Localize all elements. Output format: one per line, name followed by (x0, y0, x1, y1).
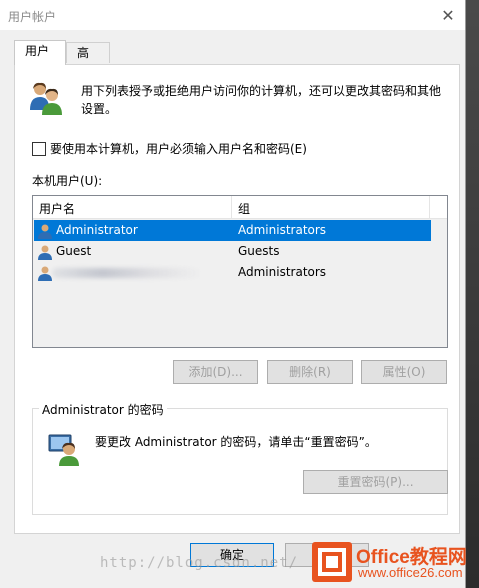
reset-password-button[interactable]: 重置密码(P)... (303, 470, 448, 494)
office-logo-icon (312, 542, 352, 582)
require-login-label: 要使用本计算机，用户必须输入用户名和密码(E) (50, 142, 307, 156)
cell-username: Guest (56, 244, 92, 258)
column-divider[interactable] (231, 196, 232, 218)
user-icon (38, 245, 52, 260)
properties-button[interactable]: 属性(O) (361, 360, 447, 384)
desktop-background (464, 0, 479, 588)
require-login-option[interactable]: 要使用本计算机，用户必须输入用户名和密码(E) (32, 140, 307, 157)
user-accounts-dialog: 用户帐户 ✕ 用户 高级 用下列表授予或拒绝用户访问你的计算机，还可以更改其密码… (0, 0, 466, 588)
cell-group: Guests (238, 244, 280, 258)
obscured-username (52, 268, 202, 278)
listview-header: 用户名 组 (33, 196, 447, 219)
user-icon (38, 266, 52, 281)
add-user-button[interactable]: 添加(D)... (173, 360, 258, 384)
user-icon (38, 224, 52, 239)
column-header-username[interactable]: 用户名 (39, 200, 75, 217)
cell-username: Administrator (56, 223, 138, 237)
users-group-icon (30, 82, 62, 115)
column-header-group[interactable]: 组 (238, 200, 250, 217)
remove-user-button[interactable]: 删除(R) (267, 360, 353, 384)
password-instruction: 要更改 Administrator 的密码，请单击“重置密码”。 (95, 435, 377, 449)
office26-logo: Office教程网 www.office26.com (312, 540, 476, 584)
column-divider[interactable] (429, 196, 430, 218)
window-title: 用户帐户 (8, 10, 57, 24)
require-login-checkbox[interactable] (32, 141, 46, 156)
description-text: 用下列表授予或拒绝用户访问你的计算机，还可以更改其密码和其他设置。 (81, 84, 442, 116)
user-password-icon (48, 434, 79, 466)
tab-users[interactable]: 用户 (14, 40, 66, 65)
local-users-label: 本机用户(U): (32, 174, 103, 188)
title-bar: 用户帐户 ✕ (0, 0, 465, 30)
table-row[interactable]: Administrator Administrators (34, 220, 431, 241)
close-icon[interactable]: ✕ (435, 2, 461, 28)
table-row[interactable]: Guest Guests (34, 241, 431, 262)
tab-advanced[interactable]: 高级 (66, 42, 110, 81)
logo-url: www.office26.com (358, 565, 463, 580)
cell-group: Administrators (238, 223, 327, 237)
csdn-watermark: http://blog.csdn.net/ (100, 555, 299, 571)
password-groupbox: Administrator 的密码 要更改 Administrator 的密码，… (32, 401, 448, 515)
table-row[interactable]: Administrators (34, 262, 431, 283)
password-group-title: Administrator 的密码 (39, 401, 167, 418)
cell-group: Administrators (238, 265, 327, 279)
users-tab-panel: 用下列表授予或拒绝用户访问你的计算机，还可以更改其密码和其他设置。 要使用本计算… (14, 64, 460, 534)
users-listview[interactable]: 用户名 组 Administrator Administrators Guest (32, 195, 448, 348)
